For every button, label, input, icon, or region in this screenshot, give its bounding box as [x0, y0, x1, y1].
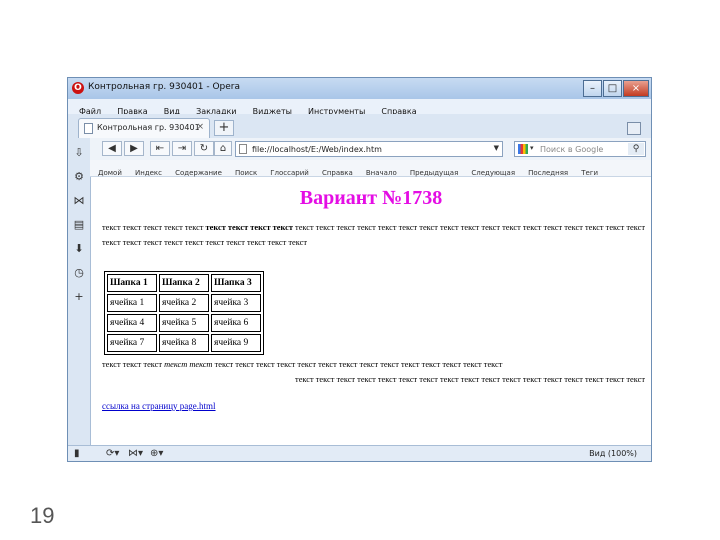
table-header: Шапка 1 [107, 274, 157, 292]
chevron-down-icon[interactable]: ▼ [494, 144, 499, 152]
rewind-button[interactable]: ⇤ [150, 141, 170, 156]
right-aligned-line: текст текст текст текст текст текст текс… [295, 375, 645, 384]
search-placeholder: Поиск в Google [540, 145, 604, 154]
unite-icon[interactable]: ⊕▾ [150, 448, 163, 459]
bold-text: текст текст текст текст [205, 223, 293, 232]
text-run: текст текст текст [102, 360, 165, 369]
google-icon [518, 144, 528, 154]
add-panel-icon[interactable]: + [72, 290, 86, 304]
panel-sidebar: ⇩ ⚙ ⋈ ▤ ⬇ ◷ + [68, 138, 91, 445]
table-row: ячейка 7 ячейка 8 ячейка 9 [107, 334, 261, 352]
settings-panel-icon[interactable]: ⚙ [72, 170, 86, 184]
downloads-panel-icon[interactable]: ⇩ [72, 146, 86, 160]
navigation-links-bar: Домой Индекс Содержание Поиск Глоссарий … [90, 160, 651, 177]
tab-list-icon[interactable] [627, 122, 641, 135]
italic-text: текст текст [164, 360, 213, 369]
panel-toggle-icon[interactable]: ▮ [74, 448, 80, 459]
transfers-panel-icon[interactable]: ⬇ [72, 242, 86, 256]
tab-close-icon[interactable]: × [196, 122, 204, 132]
browser-window: O Контрольная гр. 930401 - Opera – □ × Ф… [67, 77, 652, 462]
reload-button[interactable]: ↻ [194, 141, 214, 156]
table-cell: ячейка 5 [159, 314, 209, 332]
table-cell: ячейка 7 [107, 334, 157, 352]
fast-forward-button[interactable]: ⇥ [172, 141, 192, 156]
table-row: ячейка 1 ячейка 2 ячейка 3 [107, 294, 261, 312]
table-header: Шапка 3 [211, 274, 261, 292]
tab-bar: Контрольная гр. 930401 × + [68, 114, 651, 139]
file-icon [239, 144, 247, 154]
history-panel-icon[interactable]: ◷ [72, 266, 86, 280]
title-bar: O Контрольная гр. 930401 - Opera – □ × [68, 78, 651, 99]
minimize-button[interactable]: – [583, 80, 602, 97]
opera-logo-icon: O [72, 82, 84, 94]
sync-icon[interactable]: ⟳▾ [106, 448, 119, 459]
search-engine-chevron-icon[interactable]: ▾ [530, 144, 534, 152]
paragraph-1: текст текст текст текст текст текст текс… [102, 220, 645, 250]
table-row: ячейка 4 ячейка 5 ячейка 6 [107, 314, 261, 332]
data-table: Шапка 1 Шапка 2 Шапка 3 ячейка 1 ячейка … [104, 271, 264, 355]
table-header-row: Шапка 1 Шапка 2 Шапка 3 [107, 274, 261, 292]
status-bar: ▮ ⟳▾ ⋈▾ ⊕▾ Вид (100%) [68, 445, 651, 461]
text-run: текст текст текст текст текст текст текс… [212, 360, 503, 369]
forward-button[interactable]: ▶ [124, 141, 144, 156]
zoom-indicator[interactable]: Вид (100%) [589, 449, 637, 458]
page-link[interactable]: ссылка на страницу page.html [102, 401, 216, 411]
page-content: Вариант №1738 текст текст текст текст те… [91, 177, 651, 445]
back-button[interactable]: ◀ [102, 141, 122, 156]
table-cell: ячейка 9 [211, 334, 261, 352]
page-icon [84, 123, 93, 134]
table-header: Шапка 2 [159, 274, 209, 292]
slide-number: 19 [30, 503, 55, 528]
page-heading: Вариант №1738 [299, 187, 443, 209]
home-button[interactable]: ⌂ [214, 141, 232, 156]
paragraph-2: текст текст текст текст текст текст текс… [102, 357, 645, 387]
navigation-bar: ◀ ▶ ⇤ ⇥ ↻ ⌂ file://localhost/E:/Web/inde… [90, 138, 651, 160]
table-cell: ячейка 6 [211, 314, 261, 332]
text-run: текст текст текст текст текст [102, 223, 206, 232]
address-text: file://localhost/E:/Web/index.htm [252, 145, 382, 154]
window-title: Контрольная гр. 930401 - Opera [88, 82, 241, 92]
table-cell: ячейка 8 [159, 334, 209, 352]
tab-label: Контрольная гр. 930401 [97, 123, 200, 132]
table-cell: ячейка 3 [211, 294, 261, 312]
new-tab-button[interactable]: + [214, 120, 234, 136]
address-bar[interactable]: file://localhost/E:/Web/index.htm ▼ [235, 141, 503, 157]
maximize-button[interactable]: □ [603, 80, 622, 97]
table-cell: ячейка 4 [107, 314, 157, 332]
close-button[interactable]: × [623, 80, 649, 97]
search-icon[interactable]: ⚲ [628, 143, 644, 155]
share-icon[interactable]: ⋈▾ [128, 448, 143, 459]
table-cell: ячейка 2 [159, 294, 209, 312]
menu-bar: Файл Правка Вид Закладки Виджеты Инструм… [68, 99, 651, 116]
notes-panel-icon[interactable]: ▤ [72, 218, 86, 232]
search-field[interactable]: ▾ Поиск в Google ⚲ [514, 141, 646, 157]
share-panel-icon[interactable]: ⋈ [72, 194, 86, 208]
tab-active[interactable]: Контрольная гр. 930401 × [78, 118, 210, 138]
table-cell: ячейка 1 [107, 294, 157, 312]
